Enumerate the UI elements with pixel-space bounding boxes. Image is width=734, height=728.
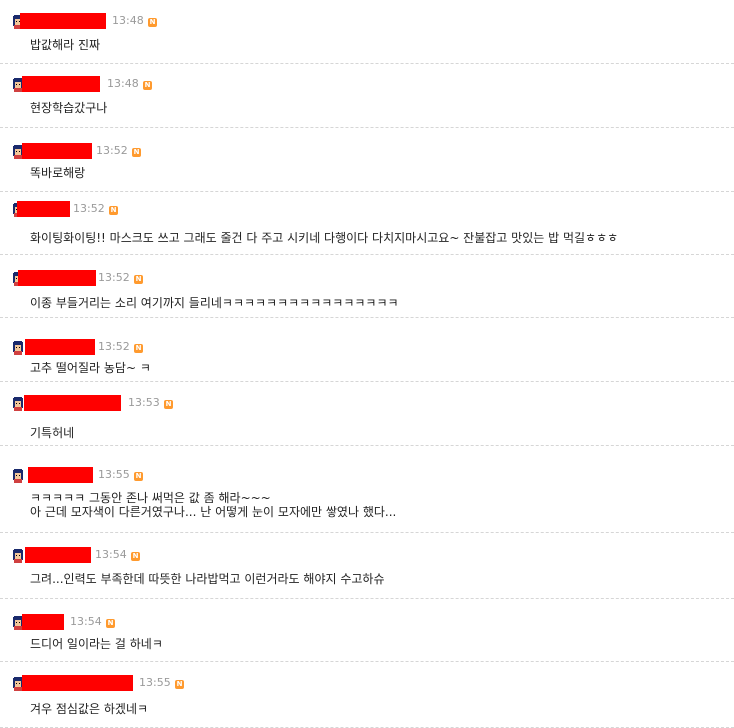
comment-time: 13:52 [96, 144, 128, 157]
comment-time: 13:55 [139, 676, 171, 689]
comment-text: 현장학습갔구나 [30, 101, 108, 115]
comment-item: 13:55 N ㅋㅋㅋㅋㅋ 그동안 존나 써먹은 값 좀 해라~~~ 아 근데 모자색… [0, 446, 734, 533]
comment-text: 아 근데 모자색이 다른거였구나... 난 어떻게 눈이 모자에만 쌓였나 했다… [30, 505, 397, 519]
comment-item: 13:54 N 드디어 일이라는 걸 하네ㅋ [0, 599, 734, 662]
redacted-nickname[interactable] [17, 201, 70, 217]
new-badge: N [134, 472, 143, 481]
new-badge: N [134, 344, 143, 353]
redacted-nickname[interactable] [22, 675, 133, 691]
comment-item: 13:48 N 현장학습갔구나 [0, 64, 734, 128]
comment-text: 겨우 점심값은 하겠네ㅋ [30, 702, 149, 716]
comment-time: 13:48 [107, 77, 139, 90]
redacted-nickname[interactable] [18, 270, 96, 286]
new-badge: N [132, 148, 141, 157]
redacted-nickname[interactable] [25, 547, 91, 563]
new-badge: N [109, 206, 118, 215]
comment-item: 13:53 N 기특허네 [0, 382, 734, 446]
comment-text: 그려...인력도 부족한데 따뜻한 나라밥먹고 이런거라도 해야지 수고하슈 [30, 572, 385, 586]
comment-text: 밥값해라 진짜 [30, 38, 101, 52]
comment-item: 13:52 N 화이팅화이팅!! 마스크도 쓰고 그래도 줄건 다 주고 시키네 다… [0, 192, 734, 255]
redacted-nickname[interactable] [24, 395, 121, 411]
new-badge: N [148, 18, 157, 27]
comment-text: 이종 부들거리는 소리 여기까지 들리네ㅋㅋㅋㅋㅋㅋㅋㅋㅋㅋㅋㅋㅋㅋㅋㅋ [30, 296, 399, 310]
redacted-nickname[interactable] [22, 143, 92, 159]
comment-time: 13:53 [128, 396, 160, 409]
comment-text: 화이팅화이팅!! 마스크도 쓰고 그래도 줄건 다 주고 시키네 다행이다 다치… [30, 231, 619, 245]
comment-item: 13:55 N 겨우 점심값은 하겠네ㅋ [0, 662, 734, 728]
comment-item: 13:48 N 밥값해라 진짜 [0, 0, 734, 64]
comment-time: 13:55 [98, 468, 130, 481]
comment-text: 고추 떨어질라 농담~ ㅋ [30, 361, 151, 375]
comment-item: 13:52 N 이종 부들거리는 소리 여기까지 들리네ㅋㅋㅋㅋㅋㅋㅋㅋㅋㅋㅋㅋㅋㅋ… [0, 255, 734, 318]
comment-item: 13:52 N 똑바로해랑 [0, 128, 734, 192]
new-badge: N [143, 81, 152, 90]
avatar-icon[interactable] [11, 469, 25, 483]
comment-text: 기특허네 [30, 426, 75, 440]
comment-item: 13:54 N 그려...인력도 부족한데 따뜻한 나라밥먹고 이런거라도 해야지 … [0, 533, 734, 599]
new-badge: N [131, 552, 140, 561]
new-badge: N [164, 400, 173, 409]
avatar-icon[interactable] [11, 397, 25, 411]
new-badge: N [134, 275, 143, 284]
redacted-nickname[interactable] [20, 13, 106, 29]
redacted-nickname[interactable] [28, 467, 93, 483]
comment-item: 13:52 N 고추 떨어질라 농담~ ㅋ [0, 318, 734, 382]
new-badge: N [175, 680, 184, 689]
redacted-nickname[interactable] [25, 339, 95, 355]
new-badge: N [106, 619, 115, 628]
comment-time: 13:54 [95, 548, 127, 561]
comment-time: 13:52 [98, 271, 130, 284]
comment-time: 13:52 [73, 202, 105, 215]
comment-time: 13:52 [98, 340, 130, 353]
comment-time: 13:48 [112, 14, 144, 27]
redacted-nickname[interactable] [22, 76, 100, 92]
redacted-nickname[interactable] [22, 614, 64, 630]
comment-text: 똑바로해랑 [30, 166, 86, 180]
avatar-icon[interactable] [11, 549, 25, 563]
comment-time: 13:54 [70, 615, 102, 628]
comment-text: 드디어 일이라는 걸 하네ㅋ [30, 637, 163, 651]
avatar-icon[interactable] [11, 341, 25, 355]
